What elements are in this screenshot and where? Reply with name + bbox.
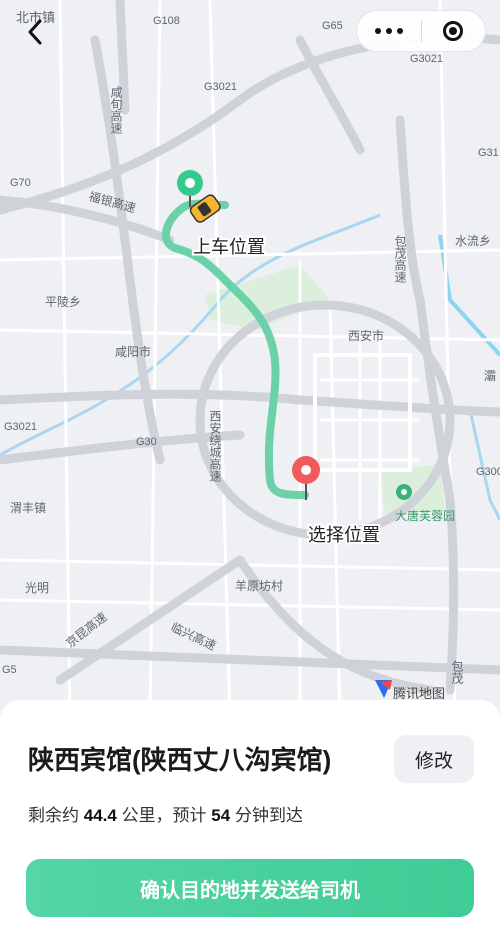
map-label-g3021-mid: G3021 (204, 81, 237, 93)
map-label-baomao-highway: 包茂高速 (393, 235, 407, 283)
map-label-g3021-left: G3021 (4, 421, 37, 433)
bottom-sheet: 陕西宾馆(陕西丈八沟宾馆) 修改 剩余约 44.4 公里，预计 54 分钟到达 … (0, 700, 500, 941)
map-label-guangming: 光明 (25, 581, 49, 595)
more-button[interactable] (357, 11, 421, 51)
trip-summary: 剩余约 44.4 公里，预计 54 分钟到达 (28, 801, 303, 826)
more-dot (385, 28, 392, 34)
park-marker-icon (396, 484, 412, 500)
remaining-distance: 44.4 (83, 806, 117, 825)
map-label-xianyang-city: 咸阳市 (115, 344, 151, 359)
map-label-g300: G300 (476, 466, 500, 478)
more-dots-icon (374, 28, 381, 34)
map-canvas[interactable]: 北市镇 G108 G65 G3021 G3021 G31 G70 福银高速 水流… (0, 0, 500, 721)
more-dot (396, 28, 403, 34)
map-label-ba: 灞 (484, 369, 496, 383)
map-label-yangyuan: 羊原坊村 (235, 578, 283, 593)
edit-destination-button[interactable]: 修改 (394, 735, 474, 783)
map-label-g30: G30 (136, 436, 157, 448)
map-label-g70: G70 (10, 177, 31, 189)
map-label-shuiliu: 水流乡 (455, 234, 491, 248)
map-label-baomao-bottom: 包茂 (450, 660, 464, 684)
map-label-g3021: G3021 (410, 53, 443, 65)
destination-title: 陕西宾馆(陕西丈八沟宾馆) (28, 745, 332, 775)
map-label-pingling: 平陵乡 (45, 295, 81, 309)
chevron-left-icon (28, 19, 42, 45)
map-label-weifeng: 渭丰镇 (10, 501, 46, 515)
map-label-xian-city: 西安市 (348, 328, 384, 343)
destination-location-label: 选择位置 (308, 525, 380, 545)
map-label-g31: G31 (478, 147, 499, 159)
map-label-g5: G5 (2, 664, 17, 676)
map-label-g108: G108 (153, 15, 180, 27)
map-label-datang: 大唐芙蓉园 (395, 508, 455, 523)
map-label-g65: G65 (322, 20, 343, 32)
eta-minutes: 54 (211, 806, 231, 825)
target-close-icon (443, 21, 464, 41)
pickup-location-label: 上车位置 (193, 237, 265, 257)
confirm-destination-button[interactable]: 确认目的地并发送给司机 (26, 859, 474, 917)
distance-unit: 公里，预计 (121, 806, 207, 825)
summary-prefix: 剩余约 (28, 806, 79, 825)
close-button[interactable] (422, 11, 486, 51)
mini-program-capsule (356, 10, 486, 52)
map-label-xianyang-highway: 咸旬高速 (109, 86, 123, 134)
map-view[interactable]: 北市镇 G108 G65 G3021 G3021 G31 G70 福银高速 水流… (0, 0, 500, 721)
map-label-ring-highway: 西安绕城高速 (208, 410, 222, 482)
tencent-map-logo-text: 腾讯地图 (393, 686, 445, 701)
eta-unit: 分钟到达 (234, 806, 303, 825)
back-button[interactable] (18, 12, 52, 52)
